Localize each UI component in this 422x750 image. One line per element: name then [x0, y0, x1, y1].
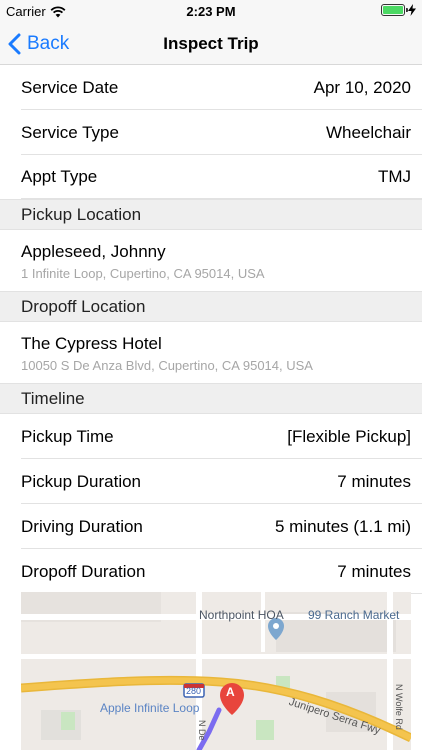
dropoff-address: 10050 S De Anza Blvd, Cupertino, CA 9501… [21, 358, 313, 373]
detail-row-service-date: Service Date Apr 10, 2020 [0, 65, 422, 110]
battery-icon [381, 4, 408, 16]
row-label: Driving Duration [21, 516, 143, 536]
map-label-pin-a: A [226, 685, 235, 699]
route-map[interactable]: Northpoint HOA 99 Ranch Market 280 A App… [21, 592, 411, 750]
row-value: Wheelchair [325, 122, 411, 142]
map-label-highway-280: 280 [186, 686, 202, 696]
trip-details-list: Service Date Apr 10, 2020 Service Type W… [0, 65, 422, 594]
row-value: 7 minutes [337, 471, 411, 491]
row-value: 7 minutes [337, 561, 411, 581]
row-label: Appt Type [21, 167, 98, 186]
dropoff-location-row[interactable]: The Cypress Hotel 10050 S De Anza Blvd, … [0, 322, 422, 383]
back-label: Back [27, 32, 70, 54]
map-label-99-ranch: 99 Ranch Market [308, 608, 400, 622]
detail-row-service-type: Service Type Wheelchair [0, 110, 422, 155]
pickup-location-row[interactable]: Appleseed, Johnny 1 Infinite Loop, Cuper… [0, 230, 422, 291]
battery-fill [383, 6, 403, 14]
pickup-name: Appleseed, Johnny [21, 242, 166, 261]
dropoff-name: The Cypress Hotel [21, 334, 162, 353]
timeline-row-pickup-time: Pickup Time [Flexible Pickup] [0, 414, 422, 459]
row-label: Service Type [21, 122, 119, 142]
timeline-row-dropoff-duration: Dropoff Duration 7 minutes [0, 549, 422, 594]
charging-bolt-icon [408, 4, 416, 16]
navigation-bar: Back Inspect Trip [0, 22, 422, 65]
map-label-apple-infinite-loop: Apple Infinite Loop [100, 701, 200, 715]
row-label: Dropoff Duration [21, 561, 146, 581]
row-value: TMJ [377, 167, 411, 186]
row-label: Pickup Duration [21, 471, 142, 491]
row-value: 5 minutes (1.1 mi) [274, 516, 411, 536]
map-label-wolfe-rd: N Wolfe Rd [394, 684, 404, 730]
timeline-row-driving-duration: Driving Duration 5 minutes (1.1 mi) [0, 504, 422, 549]
battery-group [381, 4, 416, 16]
section-header-dropoff: Dropoff Location [0, 291, 422, 322]
row-value: [Flexible Pickup] [287, 426, 411, 446]
row-label: Service Date [21, 77, 119, 97]
section-header-pickup: Pickup Location [0, 199, 422, 230]
section-header-timeline: Timeline [0, 383, 422, 414]
timeline-row-pickup-duration: Pickup Duration 7 minutes [0, 459, 422, 504]
battery-tip [406, 8, 408, 12]
detail-row-appt-type: Appt Type TMJ [0, 155, 422, 199]
status-time: 2:23 PM [186, 4, 236, 19]
status-bar: Carrier 2:23 PM [0, 0, 422, 22]
map-label-de-anza: N De [197, 720, 207, 741]
back-button[interactable]: Back [8, 22, 69, 65]
chevron-left-icon [8, 33, 21, 54]
pickup-address: 1 Infinite Loop, Cupertino, CA 95014, US… [21, 266, 265, 281]
row-label: Pickup Time [21, 426, 114, 446]
row-value: Apr 10, 2020 [313, 77, 411, 97]
map-label-northpoint: Northpoint HOA [199, 608, 284, 622]
